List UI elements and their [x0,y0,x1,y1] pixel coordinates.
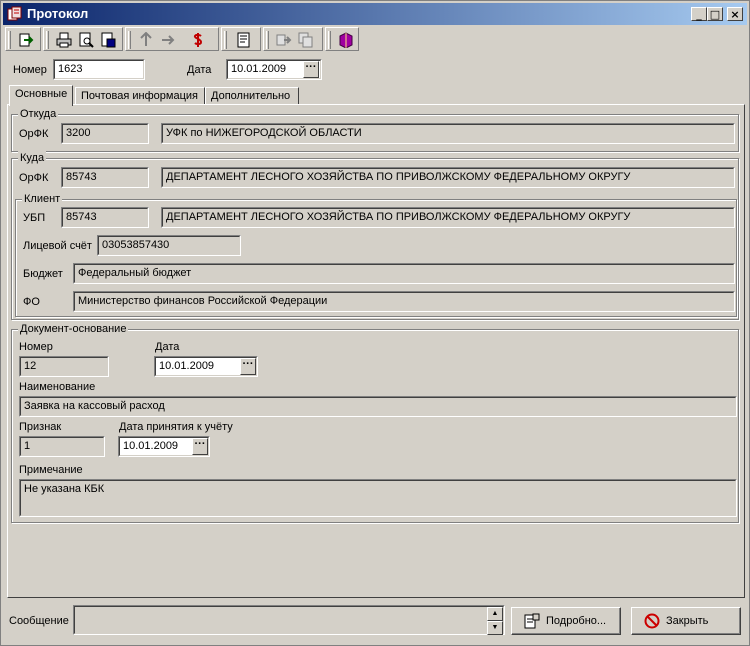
basis-number-label: Номер [19,341,53,353]
client-group-title: Клиент [22,192,63,206]
date-picker-button[interactable]: ··· [303,61,319,78]
message-label: Сообщение [9,615,69,627]
toolbar-grip[interactable] [128,31,131,49]
note-label: Примечание [19,464,83,476]
toolbar-report-button[interactable] [234,30,254,50]
toolbar-send-button[interactable] [274,30,294,50]
print-preview-icon [79,32,94,48]
send-icon [276,34,292,46]
no-entry-icon [644,613,660,629]
toolbar-exit-button[interactable] [16,30,36,50]
protocol-window: Протокол _ □ × Номер 1623 Дата 10.01.200… [0,0,750,646]
toolbar-grip[interactable] [46,31,49,49]
to-orfk-code-field[interactable]: 85743 [61,167,149,188]
from-orfk-code-field[interactable]: 3200 [61,123,149,144]
toolbar [5,27,745,53]
basis-date-label: Дата [155,341,180,353]
from-orfk-label: ОрФК [19,128,49,140]
basis-group-title: Документ-основание [18,322,129,336]
arrow-right-icon [162,35,175,45]
close-window-button[interactable]: × [727,7,743,21]
fo-label: ФО [23,296,40,308]
ubp-name-field[interactable]: ДЕПАРТАМЕНТ ЛЕСНОГО ХОЗЯЙСТВА ПО ПРИВОЛЖ… [161,207,735,228]
window-title: Протокол [27,6,89,21]
toolbar-group-5 [263,27,323,51]
tab-main[interactable]: Основные [9,85,73,106]
basis-date-picker-button[interactable]: ··· [240,358,256,375]
toolbar-group-6 [325,27,359,51]
number-field[interactable]: 1623 [53,59,145,80]
toolbar-help-button[interactable] [336,30,356,50]
copy-icon [298,32,313,48]
toolbar-group-4 [221,27,261,51]
to-orfk-name-field[interactable]: ДЕПАРТАМЕНТ ЛЕСНОГО ХОЗЯЙСТВА ПО ПРИВОЛЖ… [161,167,735,188]
status-bar: Сообщение ▲ ▼ Подробно... Закрыть [5,603,745,643]
account-label: Лицевой счёт [23,240,92,252]
close-button-label: Закрыть [666,615,709,627]
book-icon [339,32,353,48]
toolbar-copy-button[interactable] [296,30,316,50]
ubp-label: УБП [23,212,46,224]
dollar-icon [193,33,203,47]
close-icon: × [730,8,740,21]
toolbar-grip[interactable] [224,31,227,49]
fo-field[interactable]: Министерство финансов Российской Федерац… [73,291,735,312]
triangle-down-icon: ▼ [491,624,499,631]
toolbar-prev-button[interactable] [136,30,156,50]
message-field[interactable] [73,605,505,635]
date-label: Дата [187,64,212,76]
app-icon [7,6,22,21]
maximize-icon: □ [709,8,721,21]
ellipsis-icon: ··· [305,61,317,73]
toolbar-group-1 [5,27,41,51]
export-icon [101,32,116,48]
toolbar-export-button[interactable] [98,30,118,50]
accept-date-label: Дата принятия к учёту [119,421,233,433]
budget-label: Бюджет [23,268,63,280]
report-icon [237,32,250,48]
close-button[interactable]: Закрыть [631,607,741,635]
minimize-button[interactable]: _ [691,7,707,21]
tab-postal-info[interactable]: Почтовая информация [75,87,205,105]
exit-icon [19,33,34,47]
toolbar-grip[interactable] [8,31,11,49]
to-group-title: Куда [18,151,47,165]
toolbar-preview-button[interactable] [76,30,96,50]
toolbar-grip[interactable] [266,31,269,49]
toolbar-group-2 [43,27,123,51]
basis-number-field[interactable]: 12 [19,356,109,377]
minimize-icon: _ [696,8,702,21]
triangle-up-icon: ▲ [491,610,499,617]
number-label: Номер [13,64,47,76]
message-scroll-down[interactable]: ▼ [487,621,503,635]
note-field[interactable]: Не указана КБК [19,479,737,517]
ubp-code-field[interactable]: 85743 [61,207,149,228]
accept-date-picker-button[interactable]: ··· [192,438,208,455]
toolbar-group-3 [125,27,219,51]
print-icon [56,32,72,48]
basis-name-field[interactable]: Заявка на кассовый расход [19,396,737,417]
to-orfk-label: ОрФК [19,172,49,184]
maximize-button[interactable]: □ [707,7,723,21]
details-button[interactable]: Подробно... [511,607,621,635]
sign-label: Признак [19,421,62,433]
title-bar[interactable]: Протокол _ □ × [3,3,747,25]
message-scroll-up[interactable]: ▲ [487,607,503,621]
details-icon [524,613,540,629]
from-group-title: Откуда [18,107,59,121]
ellipsis-icon: ··· [242,358,254,370]
toolbar-grip[interactable] [328,31,331,49]
budget-field[interactable]: Федеральный бюджет [73,263,735,284]
sign-field[interactable]: 1 [19,436,105,457]
details-button-label: Подробно... [546,615,607,627]
arrow-up-icon [140,32,152,46]
from-orfk-name-field[interactable]: УФК по НИЖЕГОРОДСКОЙ ОБЛАСТИ [161,123,735,144]
basis-name-label: Наименование [19,381,96,393]
ellipsis-icon: ··· [194,438,206,450]
toolbar-print-button[interactable] [54,30,74,50]
toolbar-next-button[interactable] [158,30,178,50]
account-field[interactable]: 03053857430 [97,235,241,256]
toolbar-money-button[interactable] [188,30,208,50]
tab-additional[interactable]: Дополнительно [205,87,299,105]
